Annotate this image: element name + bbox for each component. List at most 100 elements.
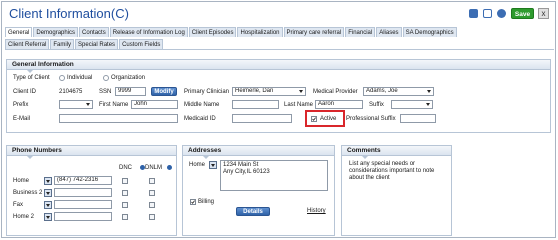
help-icon[interactable] <box>483 9 492 18</box>
chevron-down-icon <box>46 216 50 219</box>
middle-name-label: Middle Name <box>184 102 220 108</box>
tab-contacts[interactable]: Contacts <box>79 27 109 37</box>
first-name-label: First Name <box>99 102 129 108</box>
primary-clinician-value: Heimerle, Dan <box>235 88 274 94</box>
tab-special-rates[interactable]: Special Rates <box>75 39 119 49</box>
phone-field-home-2[interactable] <box>54 212 112 221</box>
phone-type-dropdown[interactable] <box>44 201 52 209</box>
ssn-label: SSN <box>99 89 112 95</box>
client-information-window: Client Information(C) Save x General Dem… <box>1 1 556 238</box>
chevron-down-icon <box>86 103 90 106</box>
phone-field-fax[interactable] <box>54 200 112 209</box>
tab-aliases[interactable]: Aliases <box>376 27 402 37</box>
info-icon[interactable] <box>140 165 145 170</box>
ssn-field[interactable]: 9999 <box>115 87 146 96</box>
radio-organization[interactable] <box>103 75 109 81</box>
panel-pointer <box>27 156 33 159</box>
title-bar: Client Information(C) Save x <box>2 2 555 24</box>
tab-divider <box>5 49 554 50</box>
tab-client-referral[interactable]: Client Referral <box>5 39 50 49</box>
type-of-client-label: Type of Client <box>13 75 50 81</box>
address-type-dropdown[interactable] <box>209 161 217 169</box>
tab-demographics[interactable]: Demographics <box>33 27 79 37</box>
tab-custom-fields[interactable]: Custom Fields <box>119 39 164 49</box>
phone-label-fax: Fax <box>13 202 24 208</box>
tab-row-secondary: Client Referral Family Special Rates Cus… <box>5 39 164 49</box>
dnc-checkbox[interactable] <box>122 178 128 184</box>
tab-general[interactable]: General <box>5 27 33 37</box>
phone-label-home-2: Home 2 <box>13 214 35 220</box>
tab-sa-demographics[interactable]: SA Demographics <box>402 27 457 37</box>
phone-type-dropdown[interactable] <box>44 213 52 221</box>
medicaid-id-label: Medicaid ID <box>184 116 216 122</box>
chevron-down-icon <box>46 192 50 195</box>
middle-name-field[interactable] <box>232 100 279 109</box>
info-icon[interactable] <box>497 9 506 18</box>
last-name-field[interactable]: Aaron <box>315 100 363 109</box>
medical-provider-value: Adams, Joe <box>366 88 398 94</box>
medicaid-id-field[interactable] <box>232 114 292 123</box>
address-text[interactable]: 1234 Main St Any City,IL 60123 <box>220 160 328 191</box>
phone-field-business-2[interactable] <box>54 188 112 197</box>
addresses-panel: Addresses Home 1234 Main St Any City,IL … <box>182 145 335 236</box>
dnlm-checkbox[interactable] <box>149 190 155 196</box>
radio-individual[interactable] <box>59 75 65 81</box>
professional-suffix-label: Professional Suffix <box>346 116 396 122</box>
phone-field-home[interactable]: (847) 742-2316 <box>54 176 112 185</box>
window-title: Client Information(C) <box>9 6 129 21</box>
organization-label: Organization <box>111 75 146 81</box>
checkmark-icon <box>191 200 195 204</box>
info-icon[interactable] <box>167 165 172 170</box>
phone-numbers-panel: Phone Numbers DNC DNLM Home (847) 742-23… <box>6 145 177 236</box>
chevron-down-icon <box>211 164 215 167</box>
dnc-header: DNC <box>119 165 132 171</box>
suffix-select[interactable] <box>391 100 433 109</box>
dnlm-checkbox[interactable] <box>149 214 155 220</box>
dnlm-checkbox[interactable] <box>149 178 155 184</box>
modify-button[interactable]: Modify <box>151 87 177 96</box>
details-button[interactable]: Details <box>236 207 270 216</box>
tab-family[interactable]: Family <box>50 39 75 49</box>
medical-provider-label: Medical Provider <box>313 89 358 95</box>
phone-label-home: Home <box>13 178 30 184</box>
close-button[interactable]: x <box>538 8 549 19</box>
address-type-label: Home <box>189 162 206 168</box>
billing-checkbox[interactable] <box>190 199 196 205</box>
medical-provider-select[interactable]: Adams, Joe <box>363 87 434 96</box>
chevron-down-icon <box>46 180 50 183</box>
prefix-select[interactable] <box>59 100 93 109</box>
general-information-heading: General Information <box>7 60 550 70</box>
history-link[interactable]: History <box>307 207 326 215</box>
dnlm-checkbox[interactable] <box>149 202 155 208</box>
suffix-label: Suffix <box>369 102 384 108</box>
email-label: E-Mail <box>13 116 31 122</box>
dnc-checkbox[interactable] <box>122 190 128 196</box>
phone-type-dropdown[interactable] <box>44 177 52 185</box>
tab-row-primary: General Demographics Contacts Release of… <box>5 27 458 37</box>
chevron-down-icon <box>299 90 303 93</box>
comments-field[interactable]: List any special needs or considerations… <box>346 159 448 233</box>
billing-label: Billing <box>198 199 215 205</box>
tab-primary-care-referral[interactable]: Primary care referral <box>283 27 345 37</box>
email-field[interactable] <box>59 114 178 123</box>
document-icon[interactable] <box>469 9 478 18</box>
dnc-checkbox[interactable] <box>122 214 128 220</box>
client-id-label: Client ID <box>13 89 37 95</box>
save-button[interactable]: Save <box>511 8 534 19</box>
general-information-panel: General Information Type of Client Indiv… <box>6 59 551 133</box>
tab-financial[interactable]: Financial <box>345 27 376 37</box>
first-name-field[interactable]: John <box>131 100 178 109</box>
phone-numbers-heading: Phone Numbers <box>7 146 176 156</box>
professional-suffix-field[interactable] <box>400 114 436 123</box>
tab-client-episodes[interactable]: Client Episodes <box>188 27 237 37</box>
address-line-2: Any City,IL 60123 <box>223 169 270 175</box>
primary-clinician-label: Primary Clinician <box>184 89 230 95</box>
comments-panel: Comments List any special needs or consi… <box>341 145 452 236</box>
tab-release-of-information-log[interactable]: Release of Information Log <box>109 27 188 37</box>
tab-hospitalization[interactable]: Hospitalization <box>237 27 283 37</box>
primary-clinician-select[interactable]: Heimerle, Dan <box>232 87 306 96</box>
dnlm-header: DNLM <box>145 165 163 171</box>
dnc-checkbox[interactable] <box>122 202 128 208</box>
active-highlight-box <box>305 110 345 127</box>
phone-type-dropdown[interactable] <box>44 189 52 197</box>
